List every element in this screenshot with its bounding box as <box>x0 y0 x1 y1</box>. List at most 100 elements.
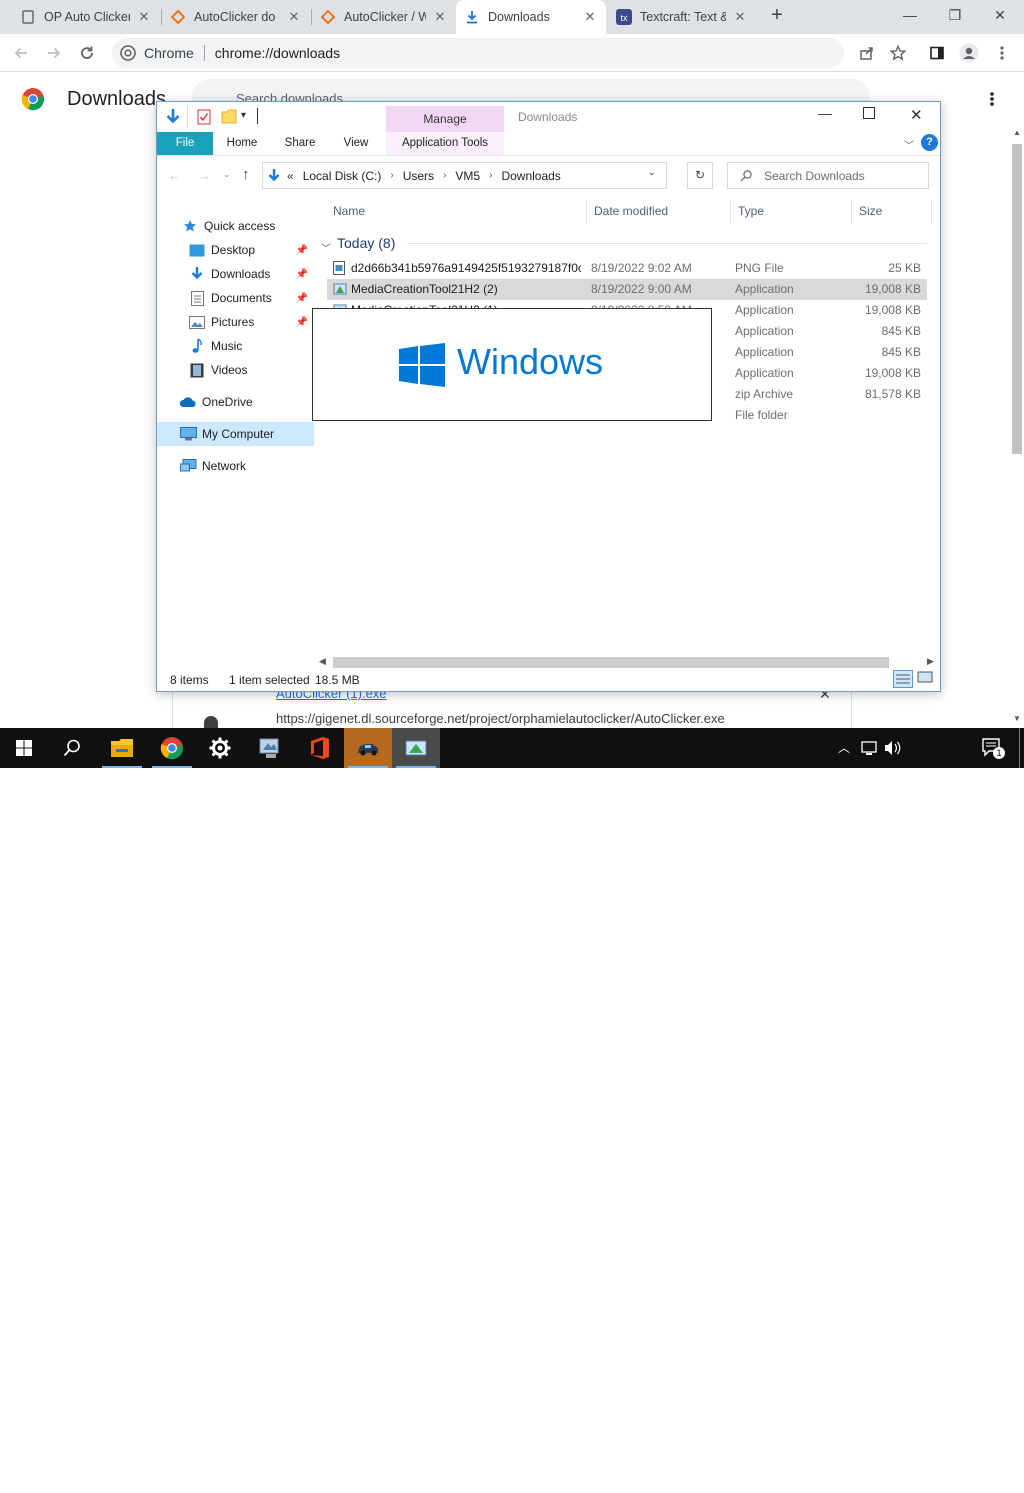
taskbar-office[interactable] <box>296 728 344 768</box>
new-folder-icon[interactable] <box>221 109 237 127</box>
column-header-name[interactable]: Name <box>333 204 365 218</box>
refresh-button[interactable]: ↻ <box>687 162 713 189</box>
nav-item-videos[interactable]: Videos <box>157 358 314 382</box>
profile-button[interactable] <box>957 41 981 65</box>
kebab-menu-icon[interactable] <box>990 92 994 111</box>
nav-item-music[interactable]: Music <box>157 334 314 358</box>
taskbar-settings[interactable] <box>196 728 244 768</box>
taskbar-control-panel[interactable] <box>246 728 294 768</box>
notification-center-button[interactable]: 1 <box>981 737 1005 762</box>
taskbar-chrome[interactable] <box>148 728 196 768</box>
nav-item-network[interactable]: Network <box>157 454 314 478</box>
scroll-right-arrow-icon[interactable]: ▶ <box>927 656 934 667</box>
forward-button[interactable] <box>42 41 66 65</box>
ribbon-tab-home[interactable]: Home <box>219 132 265 155</box>
share-button[interactable] <box>855 41 879 65</box>
show-desktop-button[interactable] <box>1019 728 1020 768</box>
scroll-down-arrow-icon[interactable]: ▼ <box>1013 714 1021 723</box>
browser-tab[interactable]: AutoClicker do ✕ <box>162 0 310 34</box>
column-header-size[interactable]: Size <box>859 204 882 218</box>
restore-button[interactable]: ❐ <box>941 4 969 26</box>
breadcrumb-item[interactable]: VM5 <box>455 169 480 183</box>
column-divider[interactable] <box>730 200 731 224</box>
breadcrumb-item[interactable]: Downloads <box>501 169 560 183</box>
explorer-minimize-button[interactable]: — <box>818 105 832 121</box>
start-button[interactable] <box>0 728 48 768</box>
nav-item-desktop[interactable]: Desktop 📌 <box>157 238 314 262</box>
large-icons-view-button[interactable] <box>917 671 935 687</box>
column-header-date[interactable]: Date modified <box>594 204 668 218</box>
menu-button[interactable] <box>990 41 1014 65</box>
side-panel-button[interactable] <box>925 41 949 65</box>
up-arrow-icon[interactable]: ↑ <box>242 166 250 183</box>
scroll-left-arrow-icon[interactable]: ◀ <box>319 656 326 667</box>
nav-item-documents[interactable]: Documents 📌 <box>157 286 314 310</box>
scrollbar-thumb[interactable] <box>1012 144 1022 454</box>
file-row[interactable]: d2d66b341b5976a9149425f5193279187f0c... … <box>327 258 927 279</box>
nav-item-quick-access[interactable]: Quick access <box>157 214 314 238</box>
file-row-selected[interactable]: MediaCreationTool21H2 (2) 8/19/2022 9:00… <box>327 279 927 300</box>
nav-item-pictures[interactable]: Pictures 📌 <box>157 310 314 334</box>
horizontal-scrollbar[interactable]: ◀ ▶ <box>315 654 940 671</box>
close-tab-icon[interactable]: ✕ <box>432 9 448 25</box>
nav-item-downloads[interactable]: Downloads 📌 <box>157 262 314 286</box>
breadcrumb-separator-icon[interactable]: › <box>390 170 393 181</box>
properties-check-icon[interactable] <box>197 109 211 128</box>
browser-tab[interactable]: OP Auto Clicker ✕ <box>12 0 160 34</box>
qat-customize-icon[interactable]: ▾ <box>241 110 246 121</box>
ribbon-tab-view[interactable]: View <box>333 132 379 155</box>
clock[interactable]: 9:05 AM 8/19/2022 <box>905 1461 969 1493</box>
ribbon-tab-share[interactable]: Share <box>277 132 323 155</box>
help-icon[interactable]: ? <box>921 134 938 151</box>
taskbar-setup-window[interactable] <box>392 728 440 768</box>
column-header-type[interactable]: Type <box>738 204 764 218</box>
group-header[interactable]: Today (8) <box>337 235 395 251</box>
breadcrumb-overflow[interactable]: « <box>287 169 294 183</box>
column-divider[interactable] <box>586 200 587 224</box>
page-scrollbar[interactable]: ▲ ▼ <box>1010 128 1024 728</box>
breadcrumb-separator-icon[interactable]: › <box>489 170 492 181</box>
close-tab-icon[interactable]: ✕ <box>582 9 598 25</box>
group-collapse-chevron-icon[interactable]: ﹀ <box>321 240 331 255</box>
browser-tab-active[interactable]: Downloads ✕ <box>456 0 606 34</box>
explorer-search-input[interactable]: Search Downloads <box>727 162 929 189</box>
forward-arrow-icon[interactable]: → <box>198 168 211 183</box>
address-bar[interactable]: Chrome chrome://downloads <box>112 38 844 68</box>
close-tab-icon[interactable]: ✕ <box>286 9 302 25</box>
manage-tab-label[interactable]: Manage <box>386 112 504 126</box>
back-button[interactable] <box>9 41 33 65</box>
explorer-close-button[interactable]: ✕ <box>910 106 923 124</box>
explorer-maximize-button[interactable] <box>863 107 875 119</box>
volume-icon[interactable] <box>884 740 902 759</box>
address-dropdown-chevron-icon[interactable]: ⌄ <box>648 167 656 178</box>
reload-button[interactable] <box>75 41 99 65</box>
nav-item-my-computer[interactable]: My Computer <box>157 422 314 446</box>
taskbar-file-explorer[interactable] <box>98 728 146 768</box>
scrollbar-thumb[interactable] <box>333 657 889 668</box>
column-divider[interactable] <box>851 200 852 224</box>
close-tab-icon[interactable]: ✕ <box>136 9 152 25</box>
show-hidden-icons-chevron-icon[interactable]: ︿ <box>838 739 850 756</box>
back-arrow-icon[interactable]: ← <box>168 168 181 183</box>
new-tab-button[interactable]: + <box>763 4 791 26</box>
down-arrow-blue-icon[interactable] <box>165 108 181 129</box>
search-button[interactable] <box>48 728 96 768</box>
taskbar-media-creation-tool[interactable] <box>344 728 392 768</box>
close-window-button[interactable]: ✕ <box>986 4 1014 26</box>
breadcrumb-item[interactable]: Users <box>403 169 434 183</box>
browser-tab[interactable]: tx Textcraft: Text & ✕ <box>608 0 756 34</box>
ribbon-expand-chevron-icon[interactable]: ﹀ <box>904 137 914 152</box>
minimize-button[interactable]: — <box>896 4 924 26</box>
recent-locations-chevron-icon[interactable]: ⌄ <box>223 169 231 180</box>
scroll-up-arrow-icon[interactable]: ▲ <box>1013 128 1021 137</box>
ribbon-tab-file[interactable]: File <box>157 132 213 155</box>
nav-item-onedrive[interactable]: OneDrive <box>157 390 314 414</box>
explorer-address-bar[interactable]: « Local Disk (C:) › Users › VM5 › Downlo… <box>262 162 667 189</box>
close-tab-icon[interactable]: ✕ <box>732 9 748 25</box>
breadcrumb-separator-icon[interactable]: › <box>443 170 446 181</box>
column-divider[interactable] <box>931 200 932 224</box>
breadcrumb-item[interactable]: Local Disk (C:) <box>303 169 382 183</box>
details-view-button[interactable] <box>893 670 913 688</box>
ribbon-tab-application-tools[interactable]: Application Tools <box>386 132 504 155</box>
bookmark-button[interactable] <box>886 41 910 65</box>
